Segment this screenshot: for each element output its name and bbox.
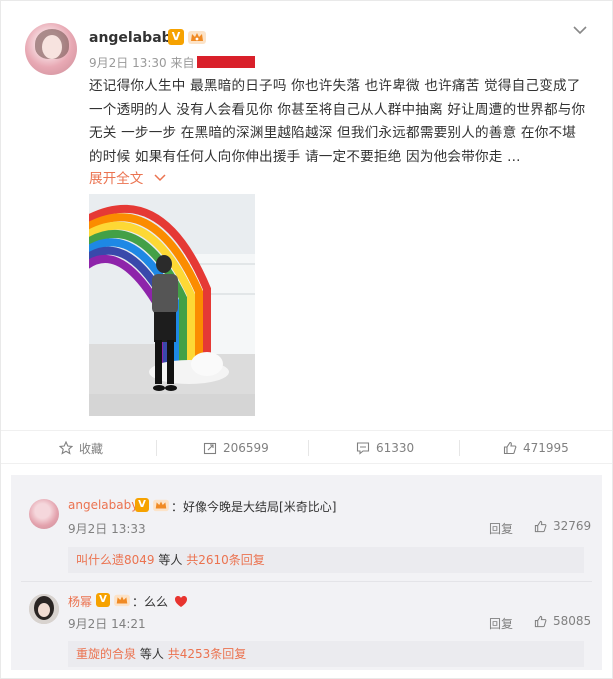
post-source-label: 来自 [170,56,195,70]
post-date[interactable]: 9月2日 [89,56,128,70]
comment-text: ：么么 [132,593,188,610]
comment-timestamp: 9月2日 14:21 [68,615,146,632]
redacted-source [196,56,255,68]
verified-badge-icon: V [96,593,110,607]
weibo-post-card: angelababy V 9月2日 13:30 来自 还记得你人生中 最黑暗的日… [0,0,613,679]
thumbs-up-icon [534,615,547,627]
member-crown-icon [114,594,130,607]
commenter-name[interactable]: angelababy [68,498,138,512]
reply-total-link[interactable]: 共4253条回复 [168,647,247,661]
comment-like-button[interactable]: 32769 [534,519,591,533]
chevron-down-icon [154,174,166,182]
comment-colon: ： [171,500,184,514]
expand-full-text-link[interactable]: 展开全文 [89,167,166,187]
reply-total-link[interactable]: 共2610条回复 [186,553,265,567]
reply-user-link[interactable]: 重旋的合泉 [76,647,136,661]
commenter-name[interactable]: 杨幂 [68,593,92,610]
verified-badge-icon: V [168,29,184,45]
post-time[interactable]: 13:30 [132,56,167,70]
comment-icon [356,442,370,455]
divider [21,581,592,582]
reply-summary[interactable]: 叫什么遗8049 等人 共2610条回复 [68,547,584,573]
reply-summary-mid: 等人 [158,553,183,567]
comment-text: ：好像今晚是大结局[米奇比心] [171,498,336,515]
comment-count: 61330 [376,441,415,455]
thumbs-up-icon [503,441,517,455]
reply-button[interactable]: 回复 [489,615,513,632]
verified-badge-icon: V [135,498,149,512]
expand-label: 展开全文 [89,171,144,187]
post-meta: 9月2日 13:30 来自 [89,54,255,71]
comment-like-button[interactable]: 58085 [534,614,591,628]
reply-summary[interactable]: 重旋的合泉 等人 共4253条回复 [68,641,584,667]
like-button[interactable]: 471995 [503,431,569,465]
member-crown-icon [153,499,169,512]
comment-time: 14:21 [111,617,146,631]
heart-icon [174,596,187,607]
commenter-avatar[interactable] [29,499,59,529]
like-count: 471995 [523,441,569,455]
comment-timestamp: 9月2日 13:33 [68,520,146,537]
comment-body: 么么 [144,595,169,609]
comment-date: 9月2日 [68,617,108,631]
commenter-avatar[interactable] [29,594,59,624]
repost-count: 206599 [223,441,269,455]
post-photo[interactable] [89,194,255,416]
comment-button[interactable]: 61330 [356,431,414,465]
star-icon [59,441,73,455]
reply-user-link[interactable]: 叫什么遗8049 [76,553,155,567]
favorite-button[interactable]: 收藏 [59,431,103,465]
author-avatar[interactable] [25,23,77,75]
comment-like-count: 58085 [553,614,592,628]
divider [308,440,309,456]
comment-date: 9月2日 [68,522,108,536]
post-body: 还记得你人生中 最黑暗的日子吗 你也许失落 也许卑微 也许痛苦 觉得自己变成了一… [89,78,586,165]
comments-section: angelababy V ：好像今晚是大结局[米奇比心] 9月2日 13:33 … [11,475,602,670]
divider [459,440,460,456]
reply-summary-mid: 等人 [139,647,164,661]
thumbs-up-icon [534,520,547,532]
action-bar: 收藏 206599 61330 471995 [1,430,612,464]
comment-body: 好像今晚是大结局[米奇比心] [183,500,337,514]
comment-like-count: 32769 [553,519,592,533]
comment-colon: ： [132,595,145,609]
divider [156,440,157,456]
chevron-down-icon[interactable] [573,25,587,35]
repost-icon [203,442,217,455]
member-crown-icon [188,31,206,44]
reply-button[interactable]: 回复 [489,520,513,537]
repost-button[interactable]: 206599 [203,431,269,465]
favorite-label: 收藏 [79,441,104,456]
rainbow-photo [89,194,255,416]
comment-time: 13:33 [111,522,146,536]
